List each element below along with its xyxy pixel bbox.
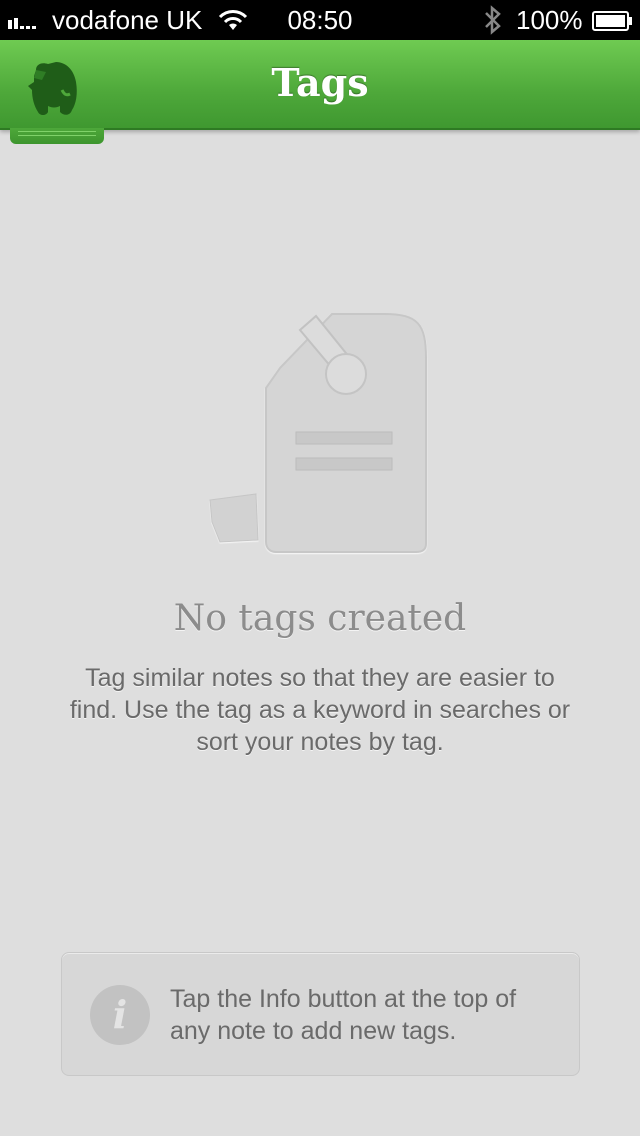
page-title: Tags xyxy=(271,60,369,105)
navigation-bar: Tags xyxy=(0,40,640,130)
info-icon: i xyxy=(90,985,150,1045)
battery-icon xyxy=(592,11,632,31)
evernote-elephant-icon[interactable] xyxy=(26,60,82,120)
tag-icon xyxy=(209,313,427,553)
bluetooth-icon xyxy=(485,5,501,35)
status-bar: vodafone UK 08:50 100% xyxy=(0,0,640,40)
empty-state-description: Tag similar notes so that they are easie… xyxy=(69,664,571,756)
battery-percentage: 100% xyxy=(516,5,583,35)
tip-box: i Tap the Info button at the top of any … xyxy=(61,952,580,1076)
home-tab[interactable] xyxy=(10,128,104,144)
empty-state-title: No tags created xyxy=(173,598,467,639)
tip-text: Tap the Info button at the top of any no… xyxy=(170,985,517,1045)
